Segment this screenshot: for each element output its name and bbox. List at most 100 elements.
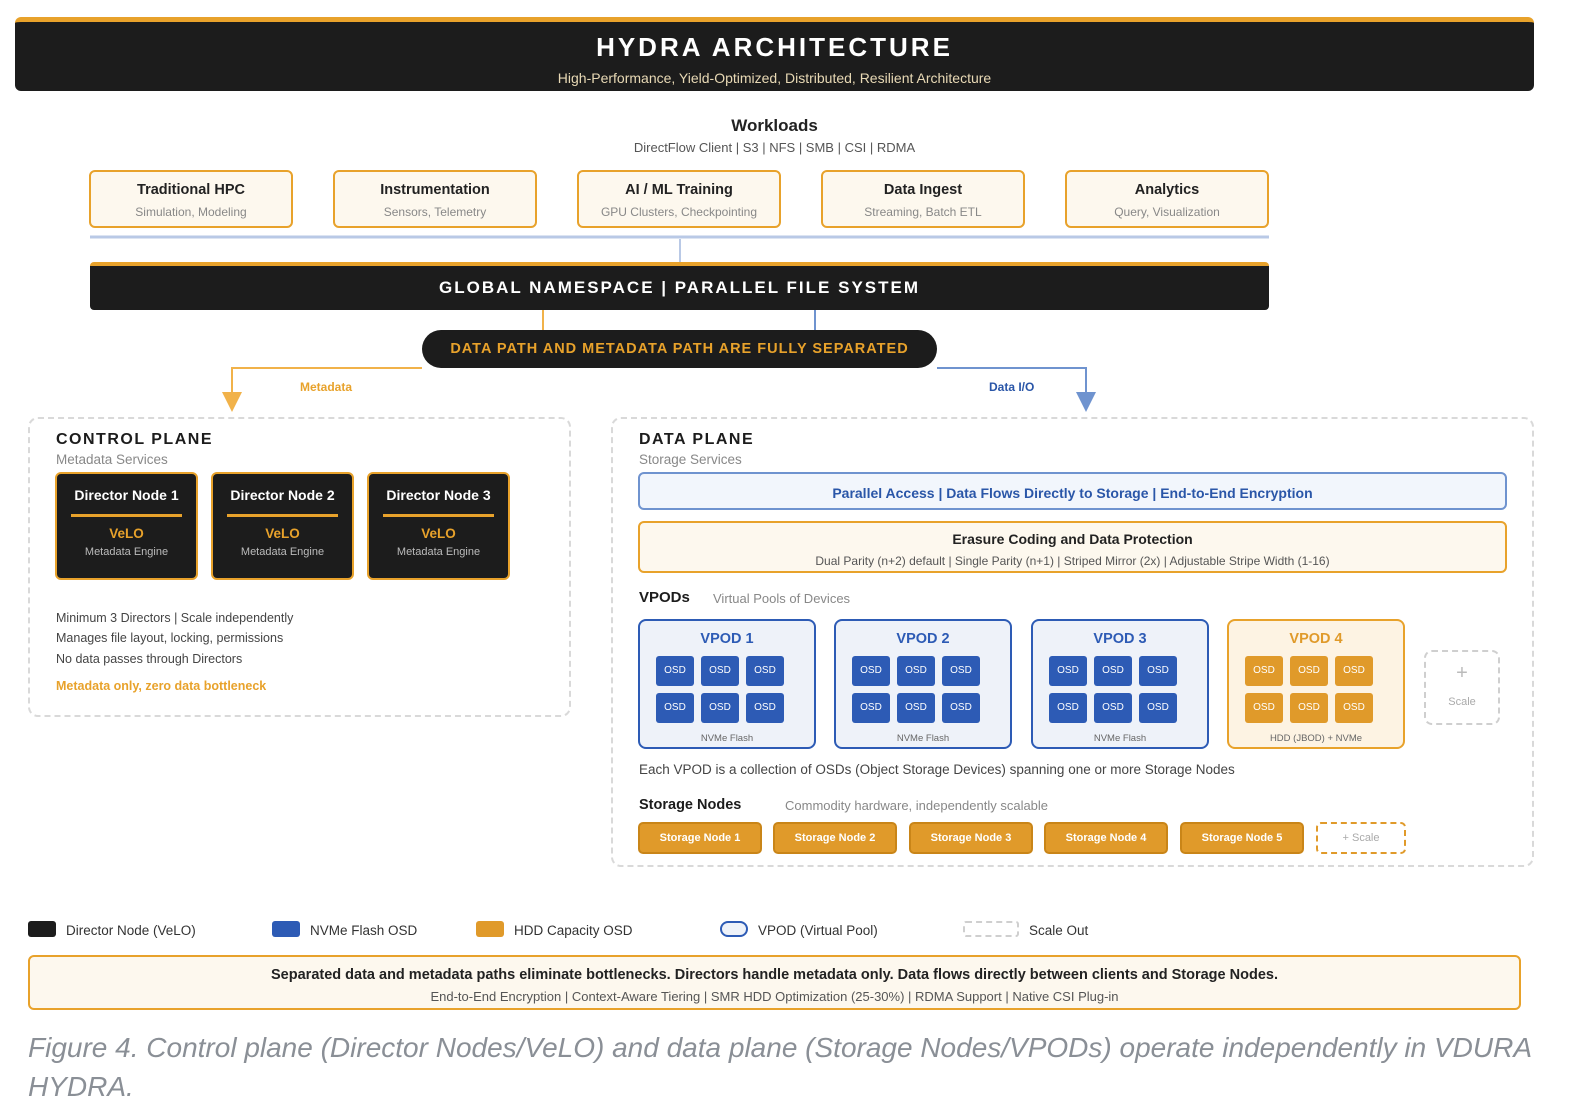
osd-block: OSD (942, 693, 980, 723)
diagram-subtitle: High-Performance, Yield-Optimized, Distr… (557, 70, 992, 86)
workload-box: Data Ingest Streaming, Batch ETL (821, 170, 1025, 228)
storage-node: Storage Node 4 (1044, 822, 1168, 854)
storage-node: Storage Node 2 (773, 822, 897, 854)
parallel-access-box: Parallel Access | Data Flows Directly to… (638, 472, 1507, 510)
vpod-note: Each VPOD is a collection of OSDs (Objec… (639, 762, 1235, 777)
velo-label: VeLO (421, 526, 456, 541)
vpod-media-label: NVMe Flash (896, 733, 950, 744)
osd-block: OSD (656, 656, 694, 686)
osd-block: OSD (701, 656, 739, 686)
osd-block: OSD (1335, 693, 1373, 723)
workload-name: AI / ML Training (625, 182, 733, 198)
osd-block: OSD (1094, 693, 1132, 723)
legend-swatch-hdd (476, 921, 504, 937)
legend-label: Director Node (VeLO) (66, 923, 196, 938)
summary-features: End-to-End Encryption | Context-Aware Ti… (430, 989, 1119, 1004)
path-separation-label: DATA PATH AND METADATA PATH ARE FULLY SE… (450, 341, 909, 357)
osd-block: OSD (1245, 693, 1283, 723)
storage-nodes-title: Storage Nodes (639, 797, 742, 813)
workload-box: Analytics Query, Visualization (1065, 170, 1269, 228)
vpods-subtitle: Virtual Pools of Devices (713, 591, 851, 606)
osd-block: OSD (656, 693, 694, 723)
osd-block: OSD (897, 656, 935, 686)
plus-icon: + (1456, 662, 1468, 684)
osd-block: OSD (1335, 656, 1373, 686)
director-node: Director Node 1 VeLO Metadata Engine (55, 472, 198, 580)
vpod-name: VPOD 4 (1289, 631, 1343, 647)
workload-name: Data Ingest (883, 182, 963, 198)
workload-desc: Query, Visualization (1114, 205, 1220, 219)
velo-label: VeLO (109, 526, 144, 541)
vpod-box: VPOD 2 OSD OSD OSD OSD OSD OSD NVMe Flas… (834, 619, 1012, 749)
legend-swatch-vpod (720, 921, 748, 937)
workload-desc: Simulation, Modeling (135, 205, 247, 219)
legend-label: VPOD (Virtual Pool) (758, 923, 878, 938)
control-plane-highlight: Metadata only, zero data bottleneck (56, 679, 267, 693)
legend-swatch-director (28, 921, 56, 937)
storage-node: Storage Node 1 (638, 822, 762, 854)
osd-block: OSD (1139, 693, 1177, 723)
vpod-media-label: NVMe Flash (700, 733, 754, 744)
workloads-title: Workloads (731, 116, 818, 135)
metadata-engine-label: Metadata Engine (84, 546, 169, 558)
director-node-name: Director Node 2 (230, 487, 335, 503)
legend-swatch-nvme (272, 921, 300, 937)
legend-label: Scale Out (1029, 923, 1089, 938)
metadata-engine-label: Metadata Engine (396, 546, 481, 558)
osd-block: OSD (746, 656, 784, 686)
control-plane-note: Manages file layout, locking, permission… (56, 631, 284, 645)
control-plane-note: Minimum 3 Directors | Scale independentl… (56, 611, 294, 625)
control-plane-subtitle: Metadata Services (56, 452, 168, 467)
osd-block: OSD (746, 693, 784, 723)
global-namespace-label: GLOBAL NAMESPACE | PARALLEL FILE SYSTEM (438, 278, 921, 297)
storage-node-scale-placeholder: + Scale (1316, 822, 1406, 854)
vpod-name: VPOD 1 (700, 631, 754, 647)
workload-box: AI / ML Training GPU Clusters, Checkpoin… (577, 170, 781, 228)
vpod-box: VPOD 3 OSD OSD OSD OSD OSD OSD NVMe Flas… (1031, 619, 1209, 749)
director-node: Director Node 3 VeLO Metadata Engine (367, 472, 510, 580)
storage-node: Storage Node 5 (1180, 822, 1304, 854)
storage-nodes-subtitle: Commodity hardware, independently scalab… (785, 798, 1049, 813)
data-plane-title: DATA PLANE (639, 431, 755, 448)
osd-block: OSD (897, 693, 935, 723)
osd-block: OSD (1049, 693, 1087, 723)
osd-block: OSD (701, 693, 739, 723)
vpod-box: VPOD 4 OSD OSD OSD OSD OSD OSD HDD (JBOD… (1227, 619, 1405, 749)
erasure-coding-title: Erasure Coding and Data Protection (952, 531, 1193, 547)
metadata-engine-label: Metadata Engine (240, 546, 325, 558)
director-node-name: Director Node 3 (386, 487, 491, 503)
storage-node: Storage Node 3 (909, 822, 1033, 854)
figure-caption: Figure 4. Control plane (Director Nodes/… (28, 1032, 1531, 1102)
vpod-scale-placeholder: + Scale (1424, 650, 1500, 725)
osd-block: OSD (852, 656, 890, 686)
osd-block: OSD (1245, 656, 1283, 686)
control-plane-title: CONTROL PLANE (56, 431, 213, 448)
workload-desc: GPU Clusters, Checkpointing (600, 205, 758, 219)
osd-block: OSD (1290, 656, 1328, 686)
control-plane-note: No data passes through Directors (56, 652, 243, 666)
workload-desc: Streaming, Batch ETL (864, 205, 982, 219)
data-plane-subtitle: Storage Services (639, 452, 742, 467)
workloads-protocols: DirectFlow Client | S3 | NFS | SMB | CSI… (633, 140, 916, 155)
osd-block: OSD (1049, 656, 1087, 686)
director-node-name: Director Node 1 (74, 487, 179, 503)
director-node: Director Node 2 VeLO Metadata Engine (211, 472, 354, 580)
osd-block: OSD (1094, 656, 1132, 686)
legend-label: HDD Capacity OSD (514, 923, 633, 938)
metadata-path-label: Metadata (300, 380, 353, 394)
workload-name: Traditional HPC (137, 182, 245, 198)
erasure-coding-desc: Dual Parity (n+2) default | Single Parit… (815, 554, 1330, 568)
director-divider (383, 514, 494, 517)
workload-box: Instrumentation Sensors, Telemetry (333, 170, 537, 228)
velo-label: VeLO (265, 526, 300, 541)
erasure-coding-box: Erasure Coding and Data Protection Dual … (638, 521, 1507, 573)
parallel-access-label: Parallel Access | Data Flows Directly to… (832, 485, 1313, 501)
workload-name: Instrumentation (380, 182, 490, 198)
vpod-box: VPOD 1 OSD OSD OSD OSD OSD OSD NVMe Flas… (638, 619, 816, 749)
osd-block: OSD (1290, 693, 1328, 723)
osd-block: OSD (852, 693, 890, 723)
path-separation-banner: DATA PATH AND METADATA PATH ARE FULLY SE… (422, 330, 937, 368)
osd-block: OSD (942, 656, 980, 686)
vpod-scale-label: Scale (1448, 696, 1476, 708)
workload-box: Traditional HPC Simulation, Modeling (89, 170, 293, 228)
